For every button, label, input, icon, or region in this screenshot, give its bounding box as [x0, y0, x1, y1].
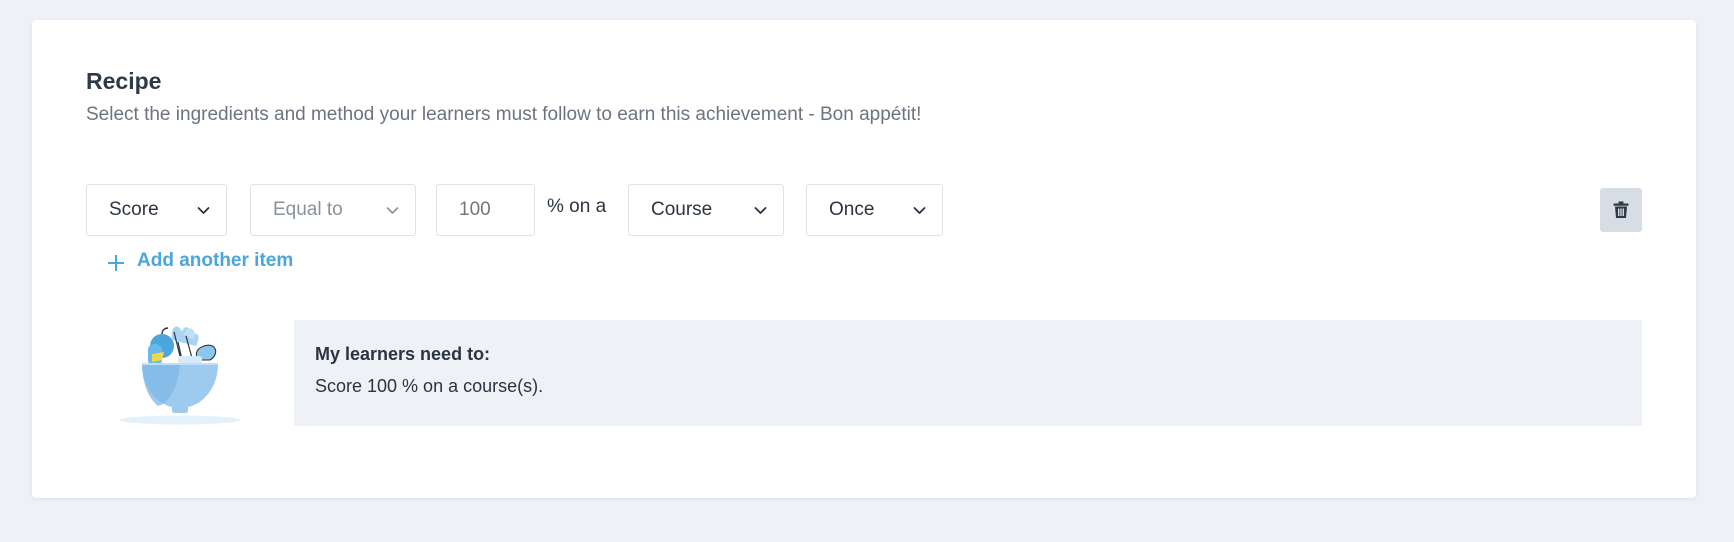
metric-dropdown[interactable]: Score	[86, 184, 227, 236]
section-title: Recipe	[86, 68, 162, 94]
frequency-dropdown[interactable]: Once	[806, 184, 943, 236]
target-dropdown-value: Course	[651, 199, 713, 220]
frequency-dropdown-value: Once	[829, 199, 875, 220]
plus-icon	[108, 255, 124, 271]
add-another-item-link[interactable]: Add another item	[107, 250, 293, 272]
recipe-card: Recipe Select the ingredients and method…	[32, 20, 1696, 498]
target-dropdown[interactable]: Course	[628, 184, 784, 236]
section-subtitle: Select the ingredients and method your l…	[86, 104, 922, 125]
chevron-down-icon	[197, 206, 210, 214]
metric-dropdown-value: Score	[109, 199, 159, 220]
trash-icon	[1613, 201, 1629, 218]
chevron-down-icon	[913, 206, 926, 214]
value-input[interactable]	[436, 184, 535, 236]
chevron-down-icon	[754, 206, 767, 214]
comparator-dropdown[interactable]: Equal to	[250, 184, 416, 236]
comparator-dropdown-placeholder: Equal to	[273, 199, 343, 220]
connector-text: % on a	[547, 196, 607, 217]
summary-text: Score 100 % on a course(s).	[315, 376, 544, 396]
add-another-item-label: Add another item	[137, 250, 294, 271]
bowl-illustration	[120, 326, 240, 425]
delete-rule-button[interactable]	[1600, 188, 1642, 232]
chevron-down-icon	[386, 206, 399, 214]
summary-box: My learners need to: Score 100 % on a co…	[294, 320, 1642, 426]
summary-title: My learners need to:	[315, 344, 491, 364]
